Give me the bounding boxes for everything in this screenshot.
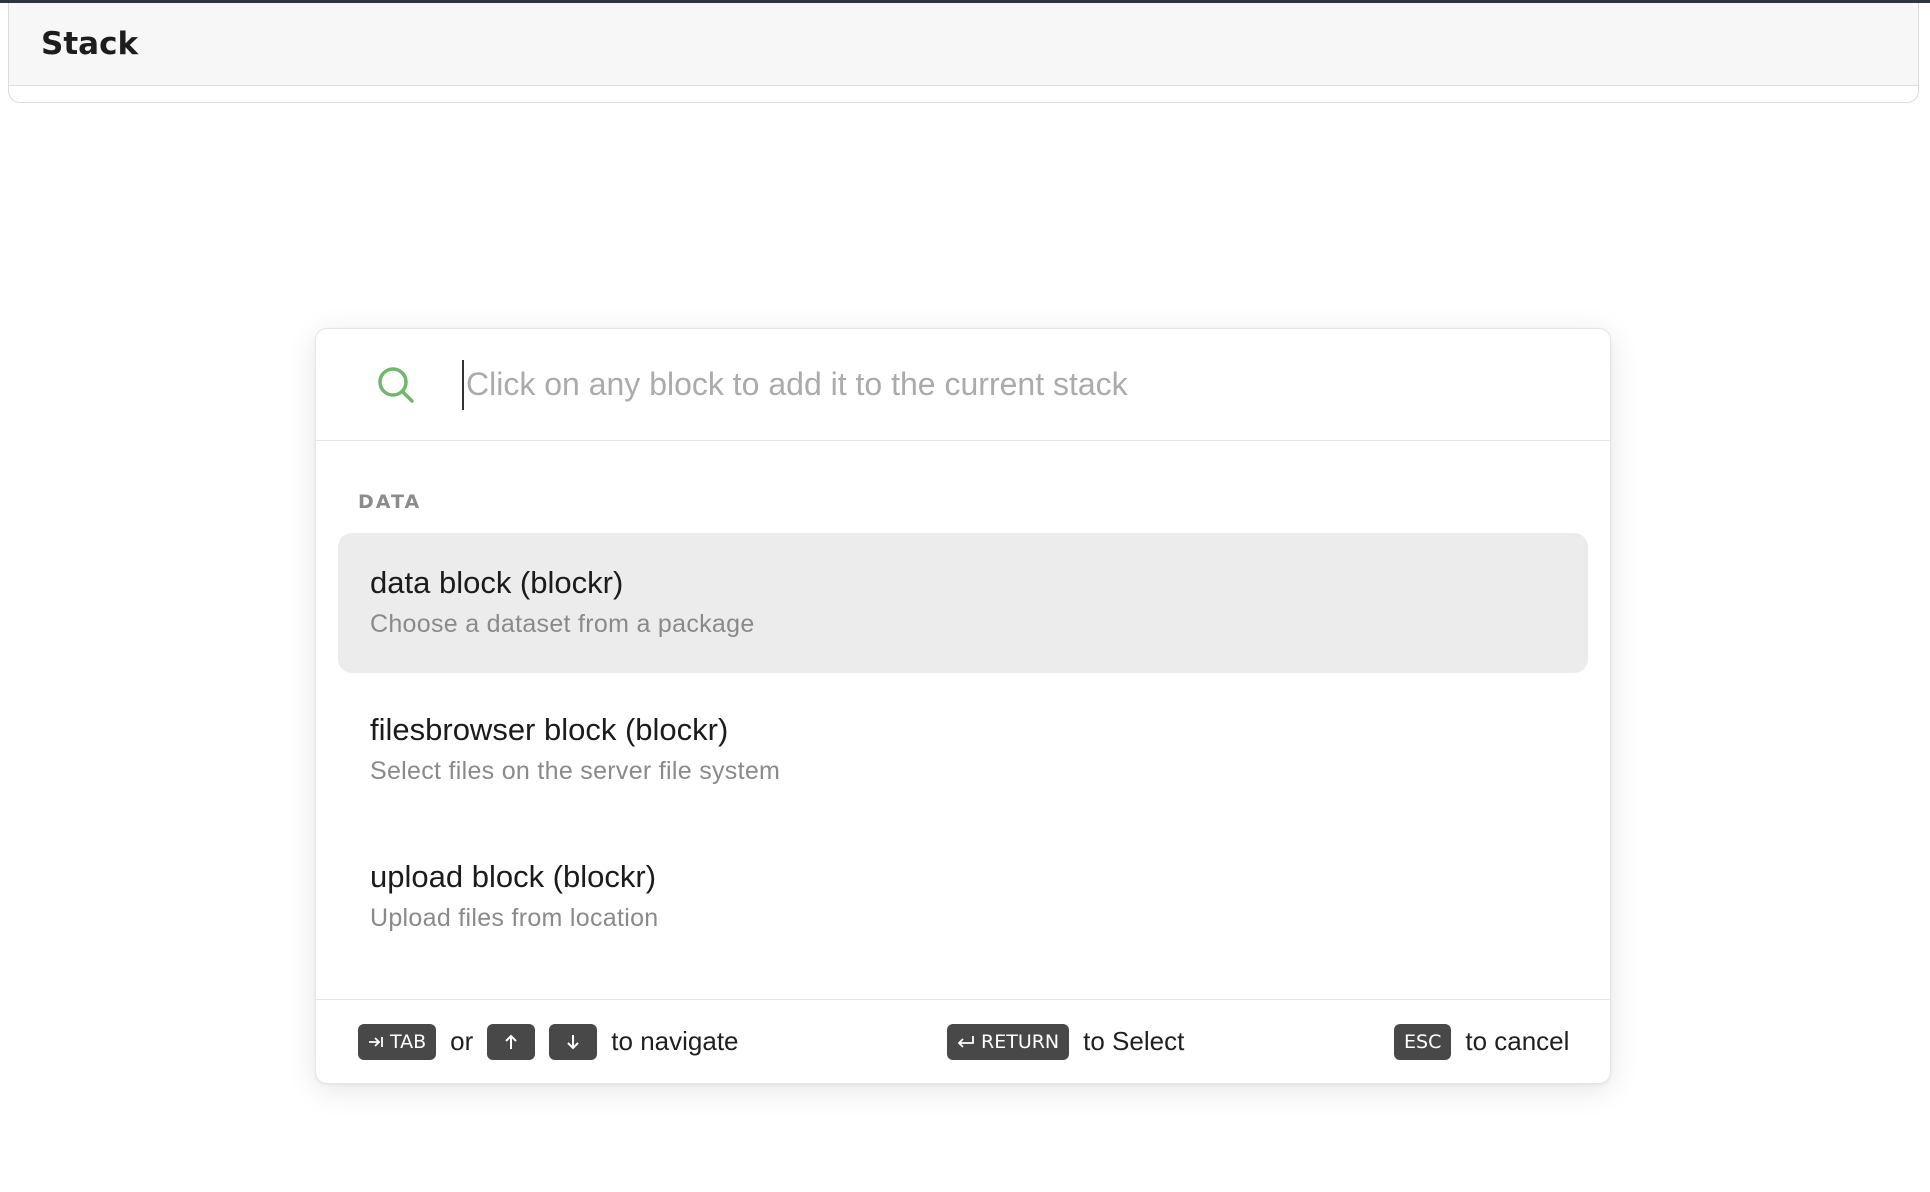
or-text: or bbox=[450, 1026, 474, 1056]
search-row bbox=[316, 329, 1610, 441]
select-text: to Select bbox=[1083, 1026, 1185, 1056]
cancel-text: to cancel bbox=[1465, 1026, 1570, 1056]
arrow-down-key bbox=[549, 1023, 598, 1060]
esc-key: ESC bbox=[1394, 1023, 1452, 1060]
tab-icon bbox=[368, 1035, 384, 1049]
list-item-data-block[interactable]: data block (blockr) Choose a dataset fro… bbox=[338, 533, 1588, 673]
stack-card: Stack bbox=[8, 3, 1919, 103]
list-item-filesbrowser-block[interactable]: filesbrowser block (blockr) Select files… bbox=[338, 680, 1588, 820]
item-description: Upload files from location bbox=[370, 904, 659, 932]
block-list: DATA data block (blockr) Choose a datase… bbox=[316, 441, 1610, 1001]
item-description: Select files on the server file system bbox=[370, 757, 781, 785]
navigate-text: to navigate bbox=[611, 1026, 739, 1056]
select-hint: RETURN to Select bbox=[947, 1023, 1185, 1060]
item-title: data block (blockr) bbox=[370, 565, 624, 600]
arrow-up-key bbox=[487, 1023, 536, 1060]
cancel-hint: ESC to cancel bbox=[1394, 1023, 1570, 1060]
search-icon bbox=[374, 363, 418, 407]
stack-title: Stack bbox=[41, 26, 139, 62]
arrow-down-icon bbox=[565, 1033, 581, 1051]
list-item-upload-block[interactable]: upload block (blockr) Upload files from … bbox=[338, 827, 1588, 967]
group-label-data: DATA bbox=[358, 491, 422, 513]
item-title: filesbrowser block (blockr) bbox=[370, 712, 729, 747]
return-icon bbox=[957, 1035, 975, 1049]
navigate-hint: TAB or to navigate bbox=[358, 1023, 739, 1060]
tab-key-label: TAB bbox=[390, 1030, 427, 1053]
block-command-palette: DATA data block (blockr) Choose a datase… bbox=[315, 328, 1611, 1084]
item-description: Choose a dataset from a package bbox=[370, 610, 755, 638]
stack-header: Stack bbox=[9, 3, 1918, 86]
tab-key: TAB bbox=[358, 1023, 437, 1060]
return-key-label: RETURN bbox=[981, 1030, 1060, 1053]
arrow-up-icon bbox=[503, 1033, 519, 1051]
search-input[interactable] bbox=[462, 359, 1562, 410]
item-title: upload block (blockr) bbox=[370, 859, 657, 894]
return-key: RETURN bbox=[947, 1023, 1070, 1060]
palette-footer: TAB or to navigate RETURN to Select ESC … bbox=[316, 999, 1610, 1083]
